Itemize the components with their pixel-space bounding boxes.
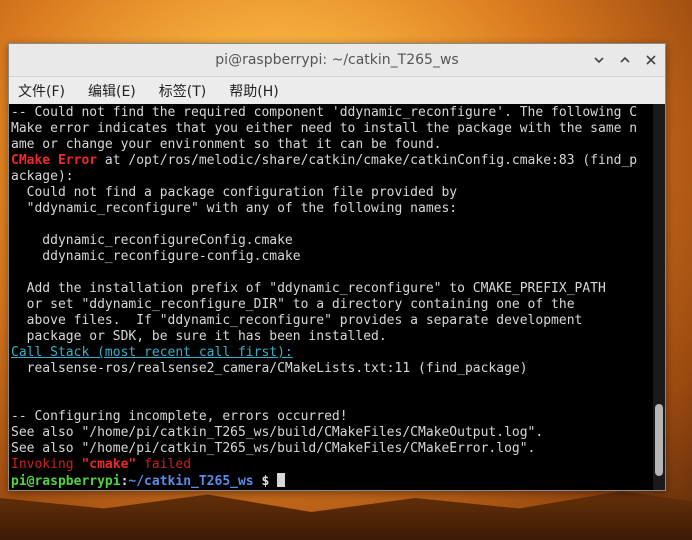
terminal-window[interactable]: pi@raspberrypi: ~/catkin_T265_ws 文件(F) 编… [8, 43, 666, 491]
output-line: "ddynamic_reconfigure" with any of the f… [11, 201, 458, 216]
close-icon[interactable] [643, 52, 659, 68]
maximize-icon[interactable] [617, 52, 633, 68]
output-line: above files. If "ddynamic_reconfigure" p… [11, 313, 583, 328]
menu-file[interactable]: 文件(F) [15, 79, 68, 103]
output-line: -- Could not find the required component… [11, 105, 638, 120]
output-line: or set "ddynamic_reconfigure_DIR" to a d… [11, 297, 575, 312]
invoking-text: Invoking [11, 457, 82, 472]
prompt-path: ~/catkin_T265_ws [128, 474, 254, 489]
output-line: -- Configuring incomplete, errors occurr… [11, 409, 348, 424]
output-line: ddynamic_reconfigureConfig.cmake [11, 233, 293, 248]
window-controls [591, 44, 659, 76]
prompt-symbol: $ [253, 474, 278, 489]
cmake-error-label: CMake Error [11, 153, 98, 168]
menu-edit[interactable]: 编辑(E) [85, 79, 139, 103]
call-stack-link[interactable]: Call Stack (most recent call first): [11, 345, 293, 360]
output-line: Make error indicates that you either nee… [11, 121, 638, 136]
title-bar[interactable]: pi@raspberrypi: ~/catkin_T265_ws [9, 44, 665, 77]
output-line: ackage): [11, 169, 74, 184]
output-line: Add the installation prefix of "ddynamic… [11, 281, 606, 296]
failed-text: failed [136, 457, 192, 472]
menu-bar: 文件(F) 编辑(E) 标签(T) 帮助(H) [9, 77, 665, 105]
output-line: See also "/home/pi/catkin_T265_ws/build/… [11, 441, 536, 456]
output-line: realsense-ros/realsense2_camera/CMakeLis… [11, 361, 528, 376]
menu-help[interactable]: 帮助(H) [226, 79, 281, 103]
terminal-output: -- Could not find the required component… [11, 105, 651, 489]
window-title: pi@raspberrypi: ~/catkin_T265_ws [215, 52, 459, 68]
output-line: ame or change your environment so that i… [11, 137, 442, 152]
cmake-command: "cmake" [81, 457, 137, 472]
text-cursor [277, 473, 286, 487]
output-line: CMake Error at /opt/ros/melodic/share/ca… [11, 153, 651, 169]
error-location: at /opt/ros/melodic/share/catkin/cmake/c… [97, 153, 638, 168]
minimize-icon[interactable] [591, 52, 607, 68]
output-line: ddynamic_reconfigure-config.cmake [11, 249, 301, 264]
output-line: Invoking "cmake" failed [11, 457, 651, 473]
scrollbar[interactable] [653, 104, 665, 490]
prompt-line[interactable]: pi@raspberrypi:~/catkin_T265_ws $ [11, 473, 651, 489]
output-line: package or SDK, be sure it has been inst… [11, 329, 387, 344]
prompt-user: pi@raspberrypi [11, 474, 121, 489]
menu-tabs[interactable]: 标签(T) [156, 79, 209, 103]
output-line: See also "/home/pi/catkin_T265_ws/build/… [11, 425, 544, 440]
output-line: Could not find a package configuration f… [11, 185, 458, 200]
scrollbar-thumb[interactable] [655, 404, 663, 476]
output-line: Call Stack (most recent call first): [11, 345, 651, 361]
terminal-area[interactable]: -- Could not find the required component… [9, 104, 665, 490]
